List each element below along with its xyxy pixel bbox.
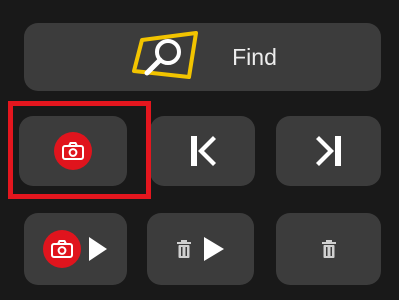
find-icon [128, 31, 206, 83]
capture-play-button[interactable] [24, 213, 127, 285]
camera-icon [54, 132, 92, 170]
play-icon [202, 235, 226, 263]
find-button[interactable]: Find [24, 23, 381, 91]
skip-last-icon [315, 134, 343, 168]
play-icon [87, 235, 109, 263]
trash-icon [321, 239, 337, 259]
first-button[interactable] [150, 116, 255, 186]
camera-icon [42, 230, 81, 268]
trash-icon [176, 239, 192, 259]
delete-button[interactable] [276, 213, 381, 285]
capture-button[interactable] [19, 116, 127, 186]
find-label: Find [232, 43, 277, 70]
skip-first-icon [189, 134, 217, 168]
last-button[interactable] [276, 116, 381, 186]
delete-play-button[interactable] [147, 213, 254, 285]
